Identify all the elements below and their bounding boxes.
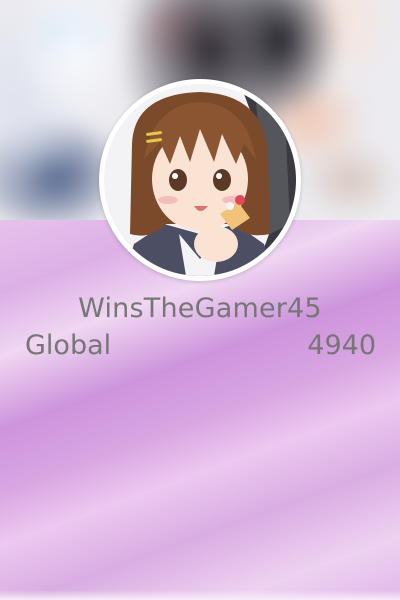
avatar-artwork bbox=[104, 84, 296, 276]
avatar[interactable] bbox=[99, 79, 301, 281]
region-label: Global bbox=[25, 330, 112, 361]
score-value: 4940 bbox=[307, 330, 376, 361]
username: WinsTheGamer45 bbox=[78, 293, 322, 324]
profile-card: WinsTheGamer45 Global 4940 bbox=[0, 0, 400, 600]
